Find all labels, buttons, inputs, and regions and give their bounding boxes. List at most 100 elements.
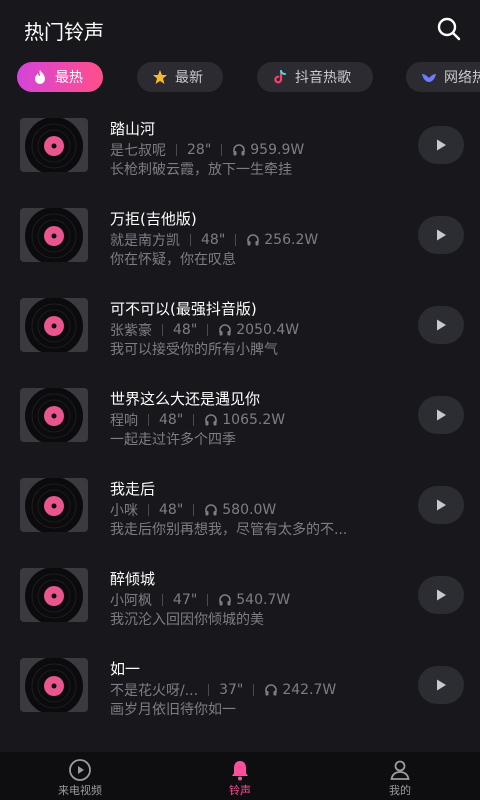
song-title: 踏山河 <box>110 120 156 138</box>
duration: 47" <box>173 592 198 608</box>
divider <box>207 594 209 606</box>
nav-ringtones[interactable]: 铃声 <box>190 752 290 800</box>
headphones-icon <box>205 414 218 426</box>
divider <box>190 234 191 246</box>
duration: 37" <box>219 682 244 698</box>
page-title: 热门铃声 <box>24 20 104 44</box>
song-title: 可不可以(最强抖音版) <box>110 300 257 318</box>
play-icon <box>437 139 446 151</box>
headphones-icon <box>265 684 278 696</box>
divider <box>162 594 163 606</box>
play-count: 2050.4W <box>236 322 300 338</box>
tab-label: 最热 <box>55 70 83 86</box>
play-count: 580.0W <box>222 502 277 518</box>
vinyl-cover <box>20 298 88 352</box>
artist-name: 不是花火呀/... <box>110 683 199 699</box>
artist-name: 就是南方凯 <box>110 233 180 249</box>
song-lyric: 你在怀疑，你在叹息 <box>110 252 236 268</box>
artist-name: 小咪 <box>110 503 138 519</box>
song-meta: 小咪 48" 580.0W <box>110 500 276 520</box>
song-meta: 张紫豪 48" 2050.4W <box>110 320 299 340</box>
list-item[interactable]: 如一 不是花火呀/... 37" 242.7W 画岁月依旧待你如一 <box>0 644 480 734</box>
nav-label: 我的 <box>389 784 411 797</box>
song-meta: 就是南方凯 48" 256.2W <box>110 230 318 250</box>
divider <box>162 324 163 336</box>
play-icon <box>437 229 446 241</box>
divider <box>207 324 209 336</box>
headphones-icon <box>219 324 232 336</box>
play-count: 242.7W <box>282 682 337 698</box>
duration: 48" <box>159 502 184 518</box>
song-title: 如一 <box>110 660 141 678</box>
play-button[interactable] <box>418 396 464 434</box>
bottom-navigation: 来电视频 铃声 我的 <box>0 752 480 800</box>
play-button[interactable] <box>418 666 464 704</box>
play-button[interactable] <box>418 216 464 254</box>
play-button[interactable] <box>418 486 464 524</box>
list-item[interactable]: 世界这么大还是遇见你 程响 48" 1065.2W 一起走过许多个四季 <box>0 374 480 464</box>
play-icon <box>437 589 446 601</box>
tab-douyin-hits[interactable]: 抖音热歌 <box>257 62 373 92</box>
divider <box>148 414 149 426</box>
list-item[interactable]: 万拒(吉他版) 就是南方凯 48" 256.2W 你在怀疑，你在叹息 <box>0 194 480 284</box>
vinyl-cover <box>20 568 88 622</box>
play-count: 959.9W <box>250 142 305 158</box>
play-icon <box>437 679 446 691</box>
divider <box>253 684 255 696</box>
divider <box>148 504 149 516</box>
category-tabs: 最热 最新 抖音热歌 网络热 <box>0 62 480 94</box>
list-item[interactable]: 醉倾城 小阿枫 47" 540.7W 我沉沦入回因你倾城的美 <box>0 554 480 644</box>
artist-name: 张紫豪 <box>110 323 152 339</box>
song-meta: 不是花火呀/... 37" 242.7W <box>110 680 336 700</box>
tiktok-icon <box>271 68 289 86</box>
duration: 28" <box>187 142 212 158</box>
artist-name: 是七叔呢 <box>110 143 166 159</box>
song-title: 醉倾城 <box>110 570 156 588</box>
play-icon <box>437 319 446 331</box>
list-item[interactable]: 可不可以(最强抖音版) 张紫豪 48" 2050.4W 我可以接受你的所有小脾气 <box>0 284 480 374</box>
star-icon <box>151 68 169 86</box>
tab-newest[interactable]: 最新 <box>137 62 223 92</box>
flame-icon <box>31 68 49 86</box>
vinyl-cover <box>20 658 88 712</box>
headphones-icon <box>247 234 260 246</box>
headphones-icon <box>219 594 232 606</box>
song-lyric: 画岁月依旧待你如一 <box>110 702 236 718</box>
play-button[interactable] <box>418 576 464 614</box>
play-button[interactable] <box>418 126 464 164</box>
vinyl-cover <box>20 478 88 532</box>
nav-label: 来电视频 <box>58 784 102 797</box>
nav-call-video[interactable]: 来电视频 <box>30 752 130 800</box>
play-button[interactable] <box>418 306 464 344</box>
search-icon[interactable] <box>436 16 462 42</box>
play-count: 540.7W <box>236 592 291 608</box>
tab-label: 最新 <box>175 70 203 86</box>
song-lyric: 长枪刺破云霞，放下一生牵挂 <box>110 162 292 178</box>
vinyl-cover <box>20 118 88 172</box>
song-title: 世界这么大还是遇见你 <box>110 390 261 408</box>
song-lyric: 我走后你别再想我，尽管有太多的不... <box>110 522 348 538</box>
artist-name: 小阿枫 <box>110 593 152 609</box>
song-meta: 是七叔呢 28" 959.9W <box>110 140 304 160</box>
song-meta: 程响 48" 1065.2W <box>110 410 285 430</box>
divider <box>208 684 210 696</box>
headphones-icon <box>233 144 246 156</box>
song-lyric: 我沉沦入回因你倾城的美 <box>110 612 264 628</box>
divider <box>221 144 223 156</box>
divider <box>176 144 177 156</box>
song-title: 我走后 <box>110 480 156 498</box>
play-icon <box>437 409 446 421</box>
header: 热门铃声 <box>0 0 480 56</box>
list-item[interactable]: 我走后 小咪 48" 580.0W 我走后你别再想我，尽管有太多的不... <box>0 464 480 554</box>
tab-network-hits[interactable]: 网络热 <box>406 62 480 92</box>
bird-icon <box>420 68 438 86</box>
tab-hottest[interactable]: 最热 <box>17 62 103 92</box>
bell-icon <box>232 761 248 781</box>
nav-label: 铃声 <box>229 784 251 797</box>
divider <box>193 414 195 426</box>
headphones-icon <box>205 504 218 516</box>
list-item[interactable]: 踏山河 是七叔呢 28" 959.9W 长枪刺破云霞，放下一生牵挂 <box>0 104 480 194</box>
divider <box>193 504 195 516</box>
nav-mine[interactable]: 我的 <box>350 752 450 800</box>
vinyl-cover <box>20 388 88 442</box>
